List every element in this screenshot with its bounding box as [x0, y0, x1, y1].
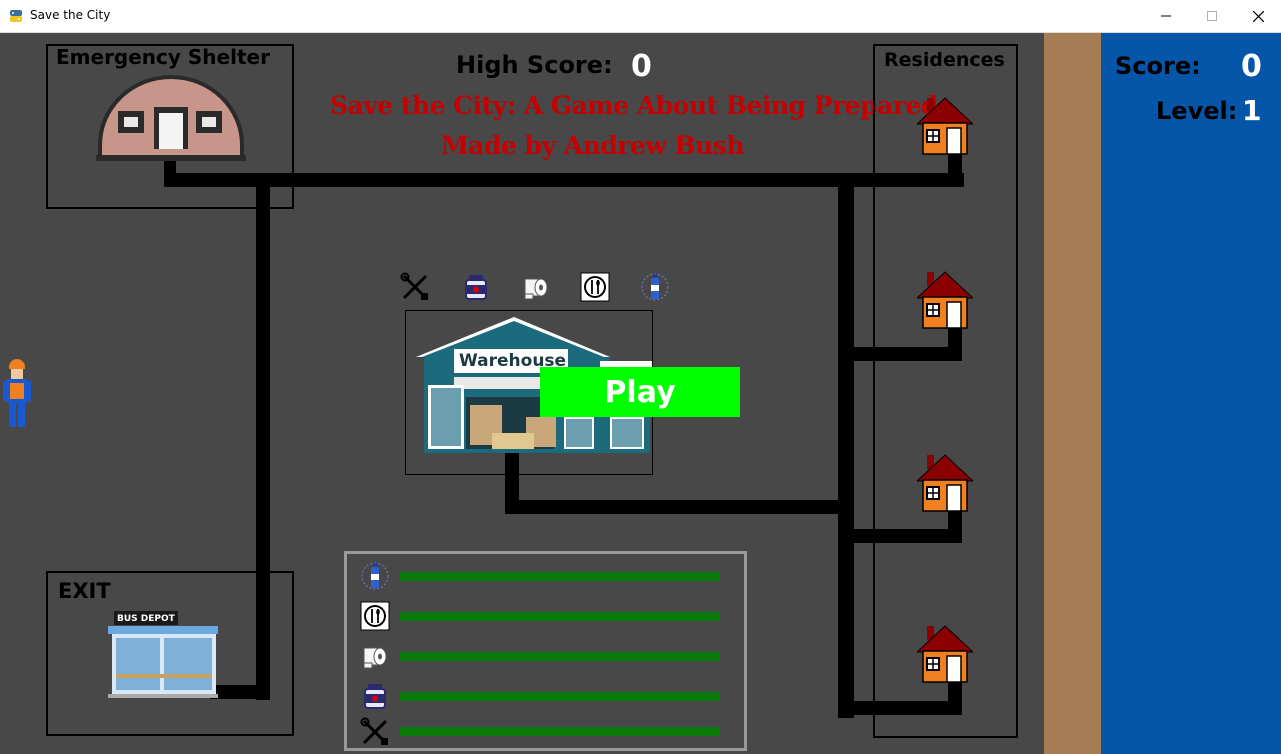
- minimize-icon: [1161, 15, 1171, 17]
- house-icon: [917, 625, 973, 683]
- close-icon: [1252, 10, 1264, 22]
- high-score-value: 0: [631, 49, 652, 84]
- worker-character[interactable]: [3, 357, 31, 429]
- dirt-strip: [1044, 33, 1101, 754]
- python-app-icon: [10, 10, 22, 22]
- high-score-label: High Score:: [456, 51, 613, 79]
- supply-status-panel: [344, 551, 747, 751]
- water-supply-bar: [400, 572, 720, 581]
- score-panel: [1101, 33, 1281, 754]
- level-label: Level:: [1156, 97, 1238, 125]
- medicine-supply-bar: [400, 692, 720, 701]
- maximize-button[interactable]: [1189, 0, 1235, 32]
- house-icon: [917, 454, 973, 512]
- road: [505, 500, 845, 514]
- bus-depot-sign: BUS DEPOT: [117, 614, 175, 624]
- play-button[interactable]: Play: [540, 367, 740, 417]
- score-label: Score:: [1115, 52, 1201, 80]
- water-bottle-icon: [641, 273, 669, 301]
- toilet-paper-icon: [524, 278, 548, 300]
- medicine-jar-icon: [364, 684, 386, 709]
- plate-cutlery-icon: [360, 601, 390, 631]
- close-button[interactable]: [1235, 0, 1281, 32]
- minimize-button[interactable]: [1143, 0, 1189, 32]
- house-icon: [917, 271, 973, 329]
- shelter-dome-icon: [96, 75, 246, 161]
- tools-supply-bar: [400, 727, 720, 736]
- score-value: 0: [1241, 49, 1262, 84]
- residences-label: Residences: [884, 49, 1005, 71]
- window-title: Save the City: [30, 8, 111, 22]
- credit-text: Made by Andrew Bush: [441, 131, 745, 160]
- food-supply-bar: [400, 612, 720, 621]
- plate-cutlery-icon: [580, 272, 610, 302]
- road: [838, 173, 854, 718]
- maximize-icon: [1207, 11, 1217, 21]
- window-titlebar: Save the City: [0, 0, 1281, 33]
- water-bottle-icon: [361, 562, 389, 590]
- tools-icon: [400, 272, 428, 300]
- toilet-paper-icon: [363, 647, 387, 669]
- level-value: 1: [1242, 94, 1262, 127]
- exit-label: EXIT: [58, 579, 111, 603]
- house-icon: [917, 97, 973, 155]
- tools-icon: [360, 717, 388, 745]
- game-canvas[interactable]: Emergency Shelter High Score: 0 Save the…: [0, 33, 1281, 754]
- game-title: Save the City: A Game About Being Prepar…: [330, 91, 938, 120]
- shelter-label: Emergency Shelter: [56, 45, 270, 69]
- medicine-jar-icon: [465, 275, 487, 300]
- toilet-paper-supply-bar: [400, 652, 720, 661]
